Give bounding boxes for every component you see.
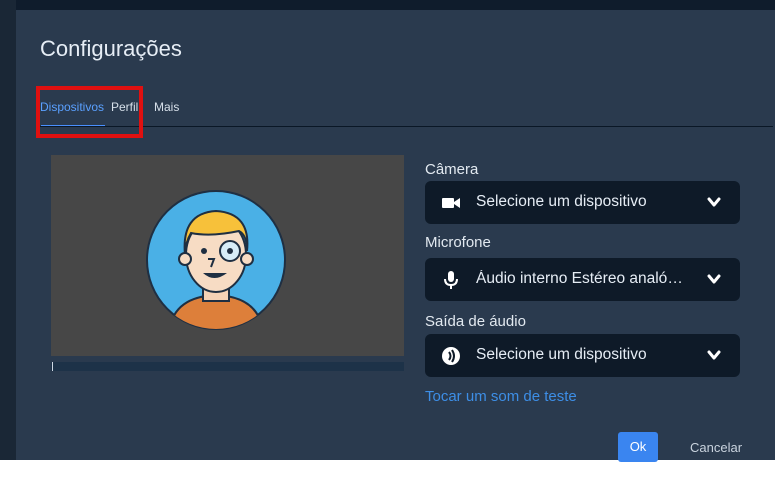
test-sound-link[interactable]: Tocar um som de teste [425, 388, 577, 405]
ok-button[interactable]: Ok [618, 432, 658, 462]
chevron-down-icon [707, 197, 721, 207]
microphone-select-value: Áudio interno Estéreo analógico [476, 270, 691, 287]
audio-output-label: Saída de áudio [425, 313, 526, 330]
video-camera-icon [442, 198, 460, 208]
speaker-icon [442, 347, 460, 365]
video-preview [51, 155, 404, 356]
tabs-divider [40, 126, 773, 127]
mic-level-marker [52, 362, 53, 371]
page-background [0, 460, 775, 486]
audio-output-select-value: Selecione um dispositivo [476, 346, 647, 363]
audio-output-select[interactable]: Selecione um dispositivo [425, 334, 740, 377]
microphone-select[interactable]: Áudio interno Estéreo analógico [425, 258, 740, 301]
chevron-down-icon [707, 350, 721, 360]
chevron-down-icon [707, 274, 721, 284]
microphone-label: Microfone [425, 234, 491, 251]
settings-dialog: Configurações Dispositivos Perfil Mais C… [16, 10, 775, 462]
cancel-button[interactable]: Cancelar [690, 440, 742, 455]
camera-label: Câmera [425, 161, 479, 178]
background-strip [0, 0, 16, 486]
camera-select[interactable]: Selecione um dispositivo [425, 181, 740, 224]
dialog-title: Configurações [40, 36, 182, 61]
microphone-icon [444, 271, 458, 289]
avatar-placeholder-icon [146, 190, 286, 330]
highlight-box [36, 86, 143, 138]
camera-select-value: Selecione um dispositivo [476, 193, 647, 210]
tab-mais[interactable]: Mais [154, 100, 179, 114]
mic-level-meter [51, 362, 404, 371]
